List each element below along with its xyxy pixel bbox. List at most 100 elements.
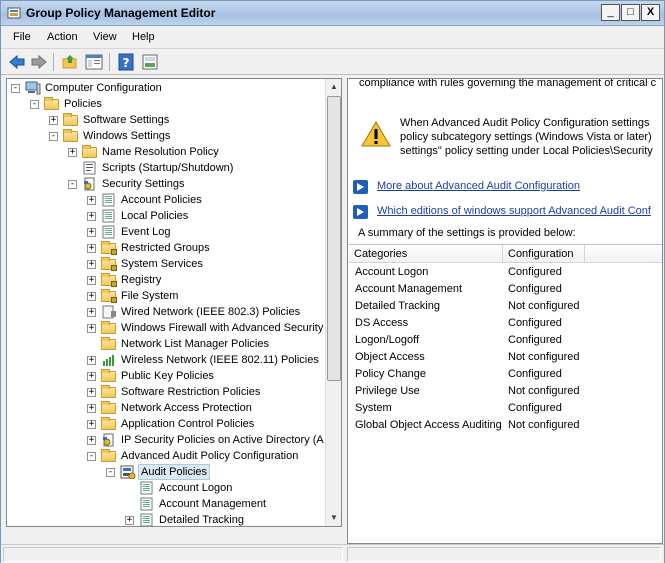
expand-toggle-icon[interactable]: +	[87, 292, 96, 301]
close-button[interactable]: X	[641, 4, 660, 21]
tree-item-label[interactable]: Detailed Tracking	[157, 512, 246, 526]
tree-item-label[interactable]: Registry	[119, 272, 163, 288]
table-row[interactable]: DS Access Configured	[349, 315, 662, 332]
tree-item-label[interactable]: Windows Settings	[81, 128, 172, 144]
expand-toggle-icon[interactable]: +	[87, 324, 96, 333]
tree-item[interactable]: + Account Policies	[7, 192, 323, 208]
tree-item-label[interactable]: System Services	[119, 256, 205, 272]
collapse-toggle-icon[interactable]: -	[106, 468, 115, 477]
expand-toggle-icon[interactable]: +	[87, 196, 96, 205]
expand-toggle-icon[interactable]: +	[68, 148, 77, 157]
expand-toggle-icon[interactable]: +	[87, 244, 96, 253]
expand-toggle-icon[interactable]: +	[87, 260, 96, 269]
collapse-toggle-icon[interactable]: -	[68, 180, 77, 189]
expand-toggle-icon[interactable]: +	[87, 372, 96, 381]
more-about-link[interactable]: More about Advanced Audit Configuration	[377, 180, 580, 192]
tree-item[interactable]: + Name Resolution Policy	[7, 144, 323, 160]
tree-item-label[interactable]: Event Log	[119, 224, 173, 240]
tree-item-label[interactable]: Policies	[62, 96, 104, 112]
tree-item[interactable]: - Computer Configuration	[7, 80, 323, 96]
tree-item-label[interactable]: Audit Policies	[138, 464, 211, 480]
expand-toggle-icon[interactable]: +	[87, 404, 96, 413]
table-row[interactable]: Object Access Not configured	[349, 349, 662, 366]
tree-item[interactable]: + Windows Firewall with Advanced Security	[7, 320, 323, 336]
tree-item[interactable]: + Wired Network (IEEE 802.3) Policies	[7, 304, 323, 320]
tree-item-label[interactable]: File System	[119, 288, 180, 304]
table-row[interactable]: Account Logon Configured	[349, 264, 662, 281]
expand-toggle-icon[interactable]: +	[87, 308, 96, 317]
tree-item[interactable]: + Application Control Policies	[7, 416, 323, 432]
expand-toggle-icon[interactable]: +	[49, 116, 58, 125]
tree-item[interactable]: + File System	[7, 288, 323, 304]
tree-item[interactable]: + Restricted Groups	[7, 240, 323, 256]
expand-toggle-icon[interactable]: +	[87, 276, 96, 285]
tree-item-label[interactable]: Advanced Audit Policy Configuration	[119, 448, 300, 464]
tree-item-label[interactable]: Software Restriction Policies	[119, 384, 262, 400]
tree-item[interactable]: Account Logon	[7, 480, 323, 496]
tree-item[interactable]: - Audit Policies	[7, 464, 323, 480]
tree-item-label[interactable]: Scripts (Startup/Shutdown)	[100, 160, 235, 176]
menu-action[interactable]: Action	[47, 31, 78, 43]
table-row[interactable]: Privilege Use Not configured	[349, 383, 662, 400]
tree-item[interactable]: + System Services	[7, 256, 323, 272]
column-header-categories[interactable]: Categories	[349, 245, 503, 263]
table-row[interactable]: Detailed Tracking Not configured	[349, 298, 662, 315]
tree-item-label[interactable]: Application Control Policies	[119, 416, 256, 432]
expand-toggle-icon[interactable]: +	[125, 516, 134, 525]
tree-item-label[interactable]: Name Resolution Policy	[100, 144, 221, 160]
tree-item-label[interactable]: Account Management	[157, 496, 268, 512]
scroll-up-arrow[interactable]: ▲	[326, 79, 341, 95]
expand-toggle-icon[interactable]: +	[87, 228, 96, 237]
show-hide-tree-icon[interactable]	[85, 53, 103, 71]
collapse-toggle-icon[interactable]: -	[11, 84, 20, 93]
editions-link[interactable]: Which editions of windows support Advanc…	[377, 205, 651, 217]
tree-item-label[interactable]: Windows Firewall with Advanced Security	[119, 320, 325, 336]
tree-item[interactable]: + Public Key Policies	[7, 368, 323, 384]
maximize-button[interactable]: □	[621, 4, 640, 21]
minimize-button[interactable]: _	[601, 4, 620, 21]
tree-item[interactable]: - Advanced Audit Policy Configuration	[7, 448, 323, 464]
tree-item[interactable]: + Detailed Tracking	[7, 512, 323, 526]
tree-item-label[interactable]: Network Access Protection	[119, 400, 254, 416]
tree-item[interactable]: Network List Manager Policies	[7, 336, 323, 352]
tree-item[interactable]: - Policies	[7, 96, 323, 112]
tree-item[interactable]: Scripts (Startup/Shutdown)	[7, 160, 323, 176]
tree-item[interactable]: + Software Settings	[7, 112, 323, 128]
tree-item[interactable]: + Registry	[7, 272, 323, 288]
column-header-configuration[interactable]: Configuration	[503, 245, 585, 263]
tree-item-label[interactable]: Network List Manager Policies	[119, 336, 271, 352]
tree-item-label[interactable]: Account Logon	[157, 480, 234, 496]
table-row[interactable]: Logon/Logoff Configured	[349, 332, 662, 349]
menu-file[interactable]: File	[13, 31, 31, 43]
help-icon[interactable]: ?	[117, 53, 135, 71]
table-row[interactable]: System Configured	[349, 400, 662, 417]
tree-item-label[interactable]: Computer Configuration	[43, 80, 164, 96]
tree-item[interactable]: - Security Settings	[7, 176, 323, 192]
back-arrow-icon[interactable]	[8, 53, 26, 71]
collapse-toggle-icon[interactable]: -	[30, 100, 39, 109]
table-row[interactable]: Global Object Access Auditing Not configu…	[349, 417, 662, 434]
title-bar[interactable]: Group Policy Management Editor _ □ X	[1, 1, 664, 26]
tree-item-label[interactable]: Local Policies	[119, 208, 190, 224]
console-tree[interactable]: - Computer Configuration - Policies + Softwar…	[6, 78, 342, 527]
table-row[interactable]: Policy Change Configured	[349, 366, 662, 383]
tree-item-label[interactable]: Wireless Network (IEEE 802.11) Policies	[119, 352, 321, 368]
menu-help[interactable]: Help	[132, 31, 155, 43]
expand-toggle-icon[interactable]: +	[87, 212, 96, 221]
tree-item-label[interactable]: Wired Network (IEEE 802.3) Policies	[119, 304, 302, 320]
expand-toggle-icon[interactable]: +	[87, 436, 96, 445]
properties-icon[interactable]	[141, 53, 159, 71]
expand-toggle-icon[interactable]: +	[87, 420, 96, 429]
tree-item-label[interactable]: Account Policies	[119, 192, 204, 208]
tree-item-label[interactable]: Security Settings	[100, 176, 187, 192]
expand-toggle-icon[interactable]: +	[87, 356, 96, 365]
tree-item[interactable]: Account Management	[7, 496, 323, 512]
scroll-down-arrow[interactable]: ▼	[326, 510, 341, 526]
tree-item[interactable]: + Event Log	[7, 224, 323, 240]
up-folder-icon[interactable]	[61, 53, 79, 71]
tree-item[interactable]: + Local Policies	[7, 208, 323, 224]
expand-toggle-icon[interactable]: +	[87, 388, 96, 397]
tree-item-label[interactable]: Software Settings	[81, 112, 171, 128]
tree-item-label[interactable]: IP Security Policies on Active Directory…	[119, 432, 326, 448]
tree-item[interactable]: + IP Security Policies on Active Director…	[7, 432, 326, 448]
